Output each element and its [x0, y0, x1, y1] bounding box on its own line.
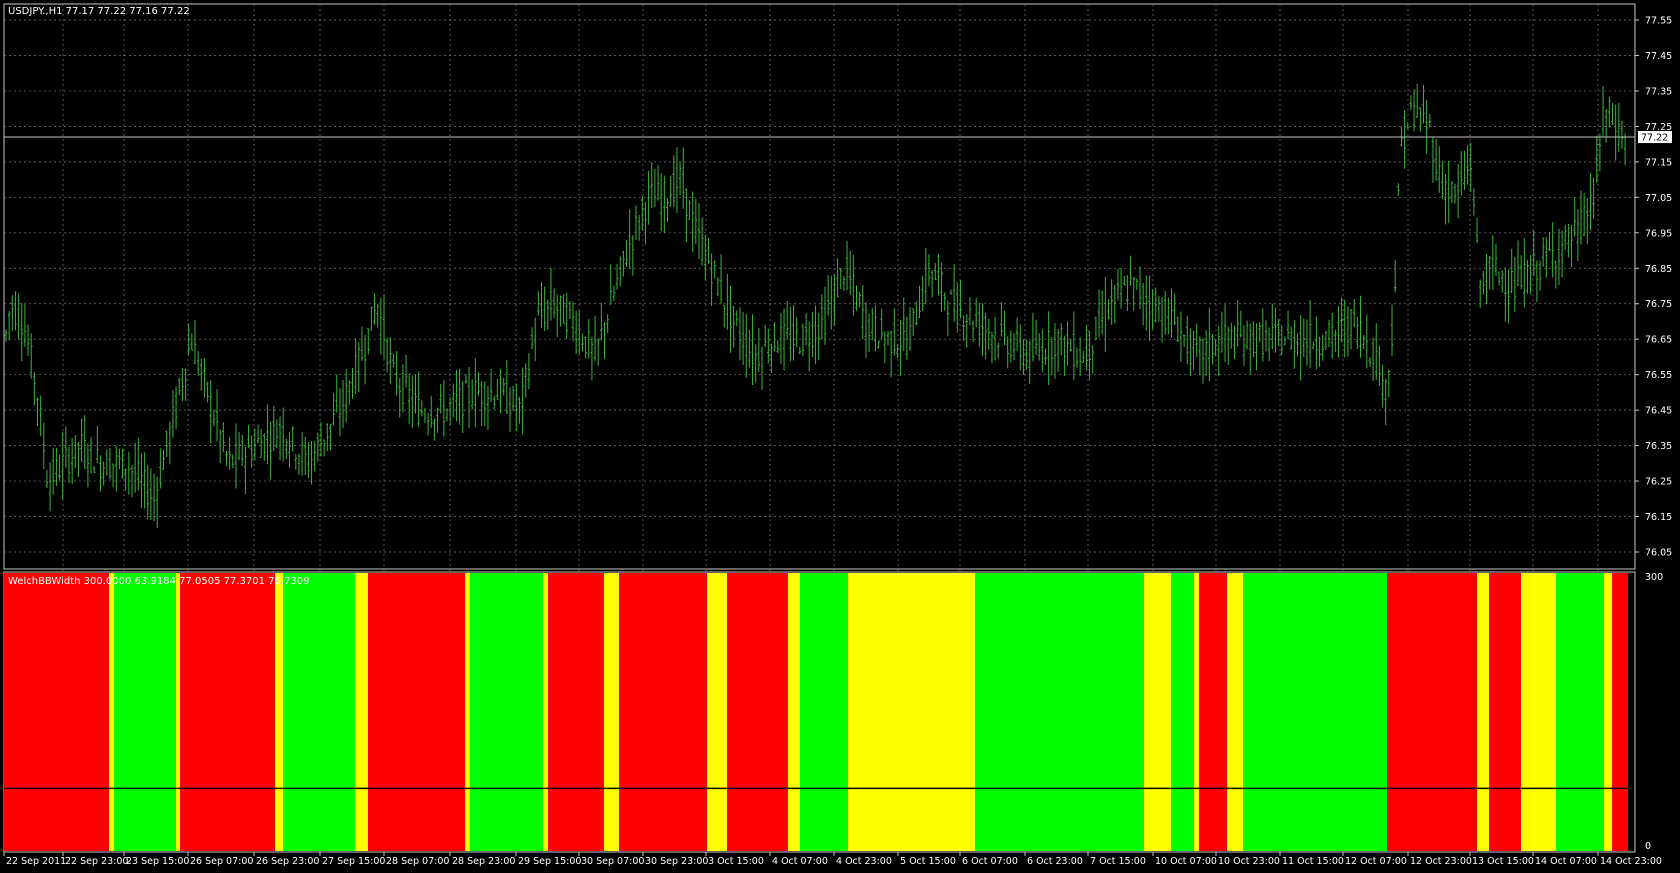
indicator-segment — [1628, 573, 1633, 851]
time-tick-label: 27 Sep 15:00 — [322, 856, 385, 867]
indicator-segment — [180, 573, 275, 851]
time-tick-label: 6 Oct 23:00 — [1027, 856, 1083, 867]
time-tick-label: 7 Oct 15:00 — [1090, 856, 1146, 867]
time-tick-label: 30 Sep 23:00 — [645, 856, 708, 867]
indicator-segment — [470, 573, 543, 851]
chart-svg: USDJPY.,H1 77.17 77.22 77.16 77.22 77.55… — [0, 0, 1680, 869]
time-tick-label: 6 Oct 07:00 — [962, 856, 1018, 867]
price-tick-label: 77.35 — [1645, 86, 1672, 97]
time-tick-label: 23 Sep 15:00 — [126, 856, 189, 867]
indicator-segment — [1612, 573, 1628, 851]
indicator-segment — [1387, 573, 1477, 851]
indicator-segment — [707, 573, 727, 851]
indicator-segment — [355, 573, 368, 851]
price-tick-label: 77.55 — [1645, 16, 1672, 27]
price-tick-label: 76.85 — [1645, 264, 1672, 275]
time-tick-label: 13 Oct 15:00 — [1472, 856, 1534, 867]
indicator-segment — [368, 573, 465, 851]
indicator-segment — [1521, 573, 1556, 851]
indicator-segment — [1477, 573, 1489, 851]
time-tick-label: 14 Oct 07:00 — [1535, 856, 1597, 867]
time-tick-label: 10 Oct 23:00 — [1218, 856, 1280, 867]
time-tick-label: 4 Oct 23:00 — [836, 856, 892, 867]
indicator-segment — [800, 573, 848, 851]
indicator-segment — [109, 573, 114, 851]
time-tick-label: 22 Sep 2011 — [6, 856, 66, 867]
indicator-panel[interactable]: WelchBBWidth 300.0000 63.9184 77.0505 77… — [3, 571, 1636, 853]
indicator-segment — [604, 573, 619, 851]
current-price-tag-text: 77.22 — [1641, 133, 1668, 144]
indicator-segment — [788, 573, 800, 851]
time-tick-label: 30 Sep 07:00 — [581, 856, 644, 867]
indicator-segment — [176, 573, 180, 851]
indicator-segment — [1199, 573, 1227, 851]
time-tick-label: 11 Oct 15:00 — [1282, 856, 1344, 867]
indicator-segment — [727, 573, 788, 851]
price-tick-label: 77.05 — [1645, 193, 1672, 204]
price-tick-label: 76.25 — [1645, 477, 1672, 488]
time-tick-label: 26 Sep 07:00 — [190, 856, 253, 867]
indicator-segment — [1171, 573, 1194, 851]
indicator-segment — [1604, 573, 1612, 851]
indicator-segment — [848, 573, 975, 851]
price-tick-label: 76.95 — [1645, 228, 1672, 239]
time-tick-label: 29 Sep 15:00 — [518, 856, 581, 867]
time-tick-label: 28 Sep 07:00 — [386, 856, 449, 867]
time-tick-label: 12 Oct 23:00 — [1410, 856, 1472, 867]
indicator-segment — [1144, 573, 1171, 851]
price-tick-label: 76.45 — [1645, 406, 1672, 417]
time-tick-label: 22 Sep 23:00 — [65, 856, 128, 867]
indicator-segment — [1227, 573, 1243, 851]
indicator-segment — [1489, 573, 1521, 851]
price-tick-label: 76.55 — [1645, 370, 1672, 381]
price-tick-label: 76.35 — [1645, 441, 1672, 452]
time-tick-label: 26 Sep 23:00 — [256, 856, 319, 867]
indicator-tick-label: 0 — [1645, 841, 1651, 852]
indicator-segment — [975, 573, 1144, 851]
indicator-segments — [4, 573, 1633, 851]
price-tick-label: 76.05 — [1645, 548, 1672, 559]
time-tick-label: 28 Sep 23:00 — [452, 856, 515, 867]
indicator-segment — [1243, 573, 1387, 851]
indicator-segment — [543, 573, 548, 851]
indicator-segment — [465, 573, 470, 851]
time-tick-label: 12 Oct 07:00 — [1345, 856, 1407, 867]
indicator-segment — [114, 573, 176, 851]
indicator-segment — [548, 573, 604, 851]
current-price-tag: 77.22 — [1638, 131, 1672, 144]
price-tick-label: 76.65 — [1645, 335, 1672, 346]
price-tick-label: 76.15 — [1645, 512, 1672, 523]
time-tick-label: 5 Oct 15:00 — [900, 856, 956, 867]
indicator-label: WelchBBWidth 300.0000 63.9184 77.0505 77… — [8, 576, 310, 587]
indicator-segment — [1556, 573, 1604, 851]
indicator-segment — [275, 573, 283, 851]
indicator-segment — [4, 573, 109, 851]
price-tick-label: 76.75 — [1645, 299, 1672, 310]
time-tick-label: 10 Oct 07:00 — [1155, 856, 1217, 867]
indicator-tick-label: 300 — [1645, 572, 1663, 583]
time-tick-label: 3 Oct 15:00 — [708, 856, 764, 867]
price-tick-label: 77.45 — [1645, 51, 1672, 62]
time-tick-label: 4 Oct 07:00 — [772, 856, 828, 867]
indicator-segment — [619, 573, 707, 851]
indicator-segment — [283, 573, 355, 851]
time-tick-label: 14 Oct 23:00 — [1600, 856, 1662, 867]
price-tick-label: 77.15 — [1645, 157, 1672, 168]
symbol-header: USDJPY.,H1 77.17 77.22 77.16 77.22 — [8, 6, 190, 17]
indicator-segment — [1194, 573, 1199, 851]
trading-chart: USDJPY.,H1 77.17 77.22 77.16 77.22 77.55… — [0, 0, 1680, 869]
